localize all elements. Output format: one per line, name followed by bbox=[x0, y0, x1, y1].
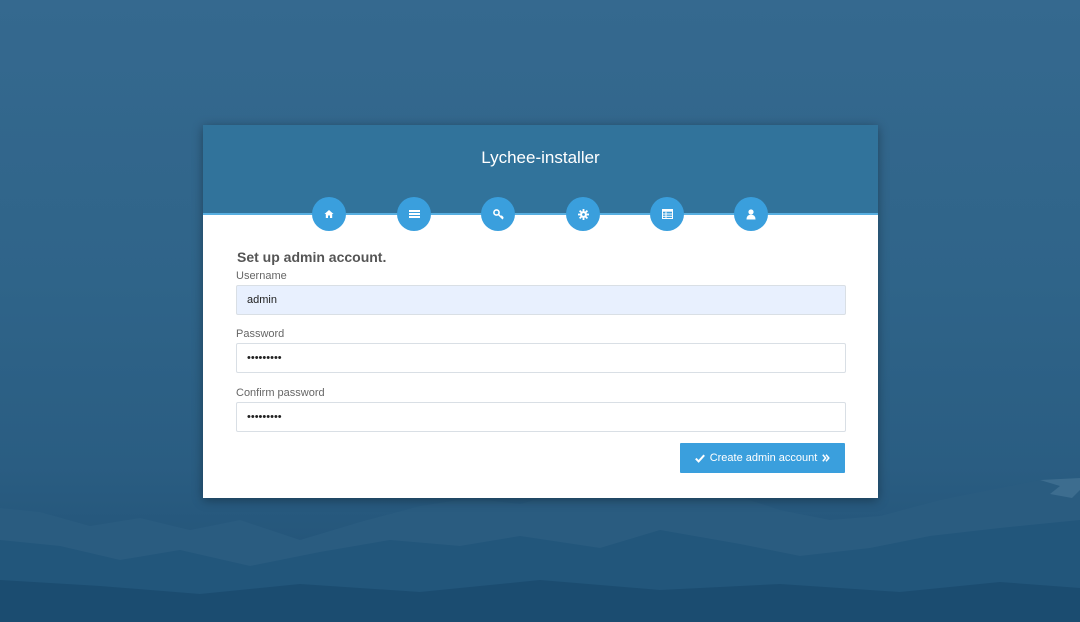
step-environment[interactable] bbox=[566, 197, 600, 231]
create-admin-label: Create admin account bbox=[709, 452, 818, 464]
installer-card: Lychee-installer Set up admin account. U… bbox=[203, 125, 878, 498]
step-requirements[interactable] bbox=[397, 197, 431, 231]
user-icon bbox=[746, 208, 756, 219]
gear-icon bbox=[577, 208, 589, 220]
step-permissions[interactable] bbox=[481, 197, 515, 231]
home-icon bbox=[324, 210, 334, 218]
username-field[interactable] bbox=[236, 285, 846, 315]
double-chevron-right-icon bbox=[822, 454, 831, 462]
password-field[interactable] bbox=[236, 343, 846, 373]
installer-title: Lychee-installer bbox=[481, 148, 600, 167]
step-migrate[interactable] bbox=[650, 197, 684, 231]
table-icon bbox=[661, 209, 673, 219]
create-admin-button[interactable]: Create admin account bbox=[680, 443, 845, 473]
list-icon bbox=[408, 210, 420, 218]
check-icon bbox=[694, 454, 705, 463]
confirm-password-field[interactable] bbox=[236, 402, 846, 432]
username-label: Username bbox=[236, 270, 287, 282]
confirm-password-label: Confirm password bbox=[236, 387, 325, 399]
installer-header: Lychee-installer bbox=[203, 125, 878, 215]
step-admin[interactable] bbox=[734, 197, 768, 231]
key-icon bbox=[492, 208, 504, 220]
form-heading: Set up admin account. bbox=[237, 249, 387, 265]
step-welcome[interactable] bbox=[312, 197, 346, 231]
password-label: Password bbox=[236, 328, 285, 340]
